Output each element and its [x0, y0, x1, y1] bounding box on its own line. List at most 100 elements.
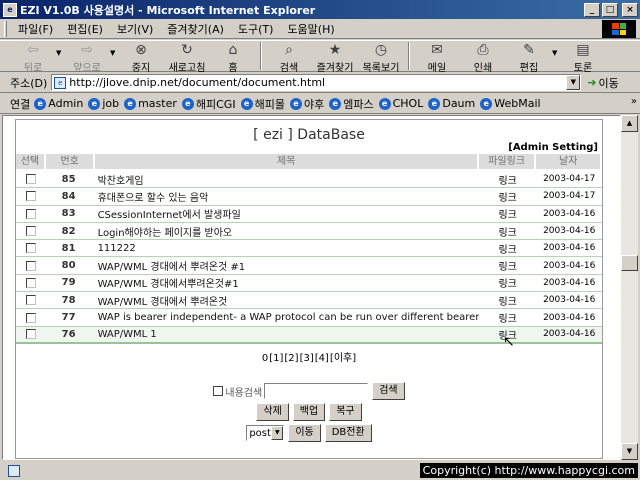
vertical-scrollbar[interactable]: ▲ ▼ — [621, 115, 638, 460]
link-empas[interactable]: e 엠파스 — [329, 96, 374, 112]
mail-button[interactable]: ✉ 메일 — [414, 41, 460, 74]
menu-help[interactable]: 도움말(H) — [280, 21, 341, 37]
menu-file[interactable]: 파일(F) — [11, 21, 60, 37]
row-number: 80 — [61, 260, 76, 272]
row-file-link[interactable]: 링크 — [479, 310, 537, 325]
row-checkbox[interactable] — [25, 226, 36, 237]
row-subject-link[interactable]: WAP/WML 경대에서 뿌려온것 — [96, 293, 479, 308]
link-happycgi[interactable]: e 해피CGI — [181, 96, 236, 112]
row-subject-link[interactable]: 휴대폰으로 할수 있는 음악 — [96, 189, 479, 204]
row-subject-link[interactable]: WAP/WML 1 — [96, 329, 479, 340]
table-row: 84 휴대폰으로 할수 있는 음악 링크 2003-04-17 — [16, 188, 602, 206]
link-daum[interactable]: e Daum — [428, 97, 475, 110]
page-link-4[interactable]: [4] — [315, 353, 329, 364]
row-checkbox[interactable] — [25, 243, 36, 254]
row-subject-link[interactable]: WAP/WML 경대에서 뿌려온것 #1 — [96, 258, 479, 273]
search-button[interactable]: 검색 — [372, 382, 405, 400]
db-select[interactable]: post ▼ — [246, 425, 285, 441]
refresh-button[interactable]: ↻ 새로고침 — [164, 41, 210, 74]
select-dropdown-icon[interactable]: ▼ — [271, 426, 284, 440]
row-checkbox[interactable] — [25, 174, 36, 185]
edit-dropdown-icon[interactable]: ▼ — [552, 49, 560, 57]
back-dropdown-icon[interactable]: ▼ — [56, 49, 64, 57]
menubar-grip — [4, 20, 7, 37]
row-subject-link[interactable]: Login해야하는 페이지를 받아오 — [96, 224, 479, 239]
content-search-checkbox[interactable] — [213, 386, 224, 396]
minimize-button[interactable]: _ — [584, 2, 600, 17]
database-panel: [ ezi ] DataBase [Admin Setting] 선택 번호 제… — [15, 119, 603, 459]
row-file-link[interactable]: 링크 — [479, 241, 537, 256]
db-switch-button[interactable]: DB전환 — [324, 424, 372, 442]
page-link-2[interactable]: [2] — [284, 353, 298, 364]
search-form: 내용검색 검색 — [16, 382, 602, 400]
row-number: 78 — [61, 294, 76, 306]
row-subject-link[interactable]: WAP is bearer independent- a WAP protoco… — [96, 312, 479, 323]
delete-button[interactable]: 삭제 — [256, 403, 289, 421]
address-dropdown-icon[interactable]: ▼ — [566, 75, 581, 90]
scroll-down-arrow-icon[interactable]: ▼ — [621, 443, 638, 460]
link-master[interactable]: e master — [124, 97, 177, 110]
row-file-link[interactable]: 링크 — [479, 206, 537, 221]
edit-button[interactable]: ✎ 편집 — [506, 41, 552, 74]
forward-dropdown-icon[interactable]: ▼ — [110, 49, 118, 57]
favorites-button[interactable]: ★ 즐겨찾기 — [312, 41, 358, 74]
row-checkbox[interactable] — [25, 260, 36, 271]
address-url[interactable]: http://jlove.dnip.net/document/document.… — [69, 76, 566, 89]
search-input[interactable] — [264, 383, 369, 399]
home-icon: ⌂ — [228, 42, 238, 58]
link-admin[interactable]: e Admin — [34, 97, 83, 110]
maximize-button[interactable]: □ — [602, 2, 618, 17]
row-checkbox[interactable] — [25, 191, 36, 202]
menu-edit[interactable]: 편집(E) — [60, 21, 110, 37]
menu-tools[interactable]: 도구(T) — [231, 21, 281, 37]
scroll-up-arrow-icon[interactable]: ▲ — [621, 115, 638, 132]
row-checkbox[interactable] — [25, 208, 36, 219]
close-button[interactable]: × — [622, 2, 638, 17]
row-subject-link[interactable]: 박찬호게임 — [96, 172, 479, 187]
backup-button[interactable]: 백업 — [292, 403, 326, 421]
discuss-icon: ▤ — [576, 42, 590, 58]
link-webmail[interactable]: e WebMail — [480, 97, 541, 110]
row-file-link[interactable]: 링크 — [479, 258, 537, 273]
row-checkbox[interactable] — [25, 295, 36, 306]
links-more-chevron-icon[interactable]: » — [631, 96, 637, 107]
home-button[interactable]: ⌂ 홈 — [210, 41, 256, 74]
print-button[interactable]: ⎙ 인쇄 — [460, 41, 506, 74]
search-button[interactable]: ⌕ 검색 — [266, 41, 312, 74]
link-yahoo[interactable]: e 야후 — [289, 96, 324, 112]
row-subject-link[interactable]: WAP/WML 경대에서뿌려온것#1 — [96, 275, 479, 290]
row-subject-link[interactable]: 111222 — [96, 243, 479, 254]
page-next-link[interactable]: [이후] — [330, 353, 356, 364]
row-checkbox[interactable] — [25, 329, 36, 340]
link-job[interactable]: e job — [88, 97, 119, 110]
forward-button[interactable]: ⇨ 앞으로 — [64, 41, 110, 74]
row-file-link[interactable]: 링크 — [479, 189, 537, 204]
back-button[interactable]: ⇦ 뒤로 — [10, 41, 56, 74]
row-file-link[interactable]: 링크 — [479, 224, 537, 239]
scroll-thumb[interactable] — [621, 255, 638, 271]
menu-favorites[interactable]: 즐겨찾기(A) — [160, 21, 231, 37]
menu-view[interactable]: 보기(V) — [110, 21, 160, 37]
row-file-link[interactable]: 링크 — [479, 293, 537, 308]
ie-app-icon: e — [3, 2, 17, 17]
row-file-link[interactable]: 링크 — [479, 275, 537, 290]
row-checkbox[interactable] — [25, 312, 36, 323]
address-input[interactable]: e http://jlove.dnip.net/document/documen… — [51, 74, 582, 91]
address-bar: 주소(D) e http://jlove.dnip.net/document/d… — [0, 73, 640, 93]
history-button[interactable]: ◷ 목록보기 — [358, 41, 404, 74]
row-file-link[interactable]: 링크 — [479, 172, 537, 187]
admin-setting-link[interactable]: [Admin Setting] — [508, 142, 598, 153]
link-chol[interactable]: e CHOL — [378, 97, 423, 110]
go-button[interactable]: ➜ 이동 — [587, 75, 618, 91]
stop-button[interactable]: ⊗ 중지 — [118, 41, 164, 74]
restore-button[interactable]: 복구 — [329, 403, 362, 421]
discuss-button[interactable]: ▤ 토론 — [560, 41, 606, 74]
move-button[interactable]: 이동 — [288, 424, 321, 442]
row-number: 77 — [61, 312, 76, 324]
row-subject-link[interactable]: CSessionInternet에서 발생파일 — [96, 206, 479, 221]
page-link-3[interactable]: [3] — [300, 353, 314, 364]
page-link-1[interactable]: [1] — [269, 353, 283, 364]
link-happymall[interactable]: e 해피몰 — [240, 96, 285, 112]
window-titlebar: e EZI V1.0B 사용설명서 - Microsoft Internet E… — [0, 0, 640, 19]
row-checkbox[interactable] — [25, 277, 36, 288]
